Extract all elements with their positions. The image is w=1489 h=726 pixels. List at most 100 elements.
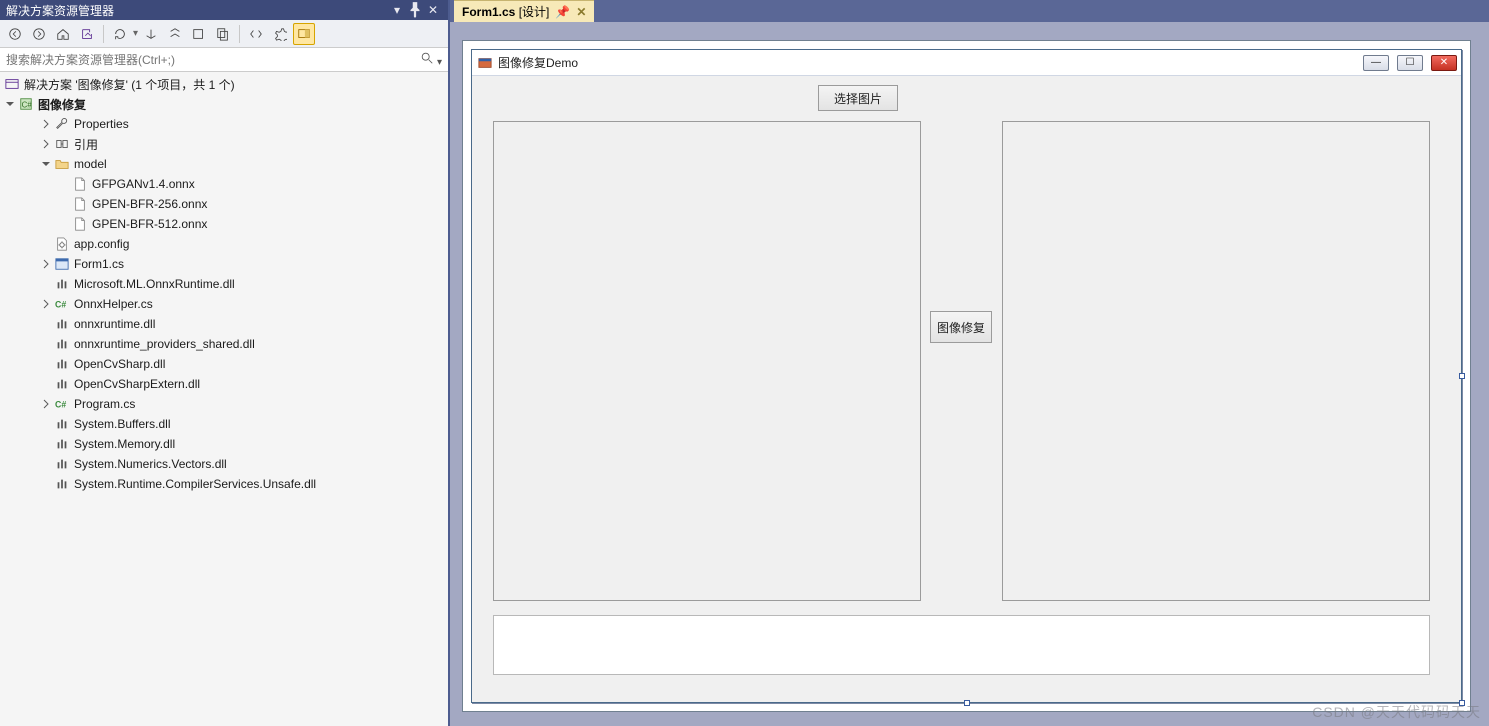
tab-pin-icon[interactable]: 📌 [555,5,570,19]
winform-window[interactable]: 图像修复Demo — ☐ ✕ 选择图片 图像修复 [471,49,1462,703]
tree-item[interactable]: System.Memory.dll [0,434,448,454]
show-all-files-button[interactable] [212,23,234,45]
winform-close-button[interactable]: ✕ [1431,55,1457,71]
expand-toggle[interactable] [40,258,52,270]
tree-item[interactable]: onnxruntime.dll [0,314,448,334]
tab-form1-design[interactable]: Form1.cs [设计] 📌 ✕ [454,0,594,22]
view-code-button[interactable] [245,23,267,45]
folder-icon [54,156,70,172]
back-button[interactable] [4,23,26,45]
winform-maximize-button[interactable]: ☐ [1397,55,1423,71]
tree-label: app.config [74,237,129,251]
tree-item[interactable]: System.Runtime.CompilerServices.Unsafe.d… [0,474,448,494]
tree-label: 解决方案 '图像修复' (1 个项目，共 1 个) [24,76,235,93]
resize-handle-se[interactable] [1459,700,1465,706]
tree-item[interactable]: 引用 [0,134,448,154]
tree-item[interactable]: C#Program.cs [0,394,448,414]
tree-item[interactable]: GPEN-BFR-256.onnx [0,194,448,214]
pin-icon[interactable] [406,1,424,19]
home-button[interactable] [52,23,74,45]
winform-minimize-button[interactable]: — [1363,55,1389,71]
right-image-panel[interactable] [1002,121,1430,601]
tree-label: OpenCvSharpExtern.dll [74,377,200,391]
panel-titlebar: 解决方案资源管理器 ▾ ✕ [0,0,448,20]
solution-explorer-panel: 解决方案资源管理器 ▾ ✕ ▾ [0,0,450,726]
tree-item[interactable]: Form1.cs [0,254,448,274]
tree-item[interactable]: GFPGANv1.4.onnx [0,174,448,194]
resize-handle-s[interactable] [964,700,970,706]
collapse-all-button[interactable] [164,23,186,45]
close-icon[interactable]: ✕ [424,1,442,19]
tree-item[interactable]: onnxruntime_providers_shared.dll [0,334,448,354]
winform-titlebar: 图像修复Demo — ☐ ✕ [472,50,1461,76]
tree-label: onnxruntime.dll [74,317,155,331]
tab-close-icon[interactable]: ✕ [576,5,586,19]
collapse-button[interactable] [140,23,162,45]
sync-active-doc-button[interactable] [76,23,98,45]
cs-icon: C# [54,296,70,312]
preview-button[interactable] [293,23,315,45]
tree-item[interactable]: model [0,154,448,174]
resize-handle-e[interactable] [1459,373,1465,379]
expand-toggle[interactable] [40,398,52,410]
tree-item[interactable]: System.Numerics.Vectors.dll [0,454,448,474]
tree-item[interactable]: OpenCvSharpExtern.dll [0,374,448,394]
dll-icon [54,356,70,372]
tab-filename: Form1.cs [462,5,515,19]
search-input[interactable] [6,53,420,67]
tree-solution-row[interactable]: 解决方案 '图像修复' (1 个项目，共 1 个) [0,74,448,94]
expand-toggle[interactable] [40,158,52,170]
tree-item[interactable]: System.Buffers.dll [0,414,448,434]
expand-toggle[interactable] [40,138,52,150]
output-textbox[interactable] [493,615,1430,675]
tree-project-row[interactable]: C#图像修复 [0,94,448,114]
search-solution-box[interactable]: ▾ [0,48,448,72]
tree-label: onnxruntime_providers_shared.dll [74,337,255,351]
left-image-panel[interactable] [493,121,921,601]
window-position-icon[interactable]: ▾ [388,1,406,19]
dll-icon [54,416,70,432]
design-surface[interactable]: 图像修复Demo — ☐ ✕ 选择图片 图像修复 [450,22,1489,726]
tree-item[interactable]: Properties [0,114,448,134]
file-icon [72,196,88,212]
project-icon: C# [18,96,34,112]
document-tabstrip: Form1.cs [设计] 📌 ✕ [450,0,1489,22]
expand-toggle[interactable] [40,118,52,130]
select-image-button[interactable]: 选择图片 [818,85,898,111]
tree-label: System.Memory.dll [74,437,175,451]
tree-label: GPEN-BFR-256.onnx [92,197,207,211]
tree-item[interactable]: OpenCvSharp.dll [0,354,448,374]
tree-label: OnnxHelper.cs [74,297,153,311]
dll-icon [54,456,70,472]
show-all-button[interactable] [188,23,210,45]
tree-label: model [74,157,107,171]
dll-icon [54,276,70,292]
solution-icon [4,76,20,92]
solution-tree[interactable]: 解决方案 '图像修复' (1 个项目，共 1 个)C#图像修复Propertie… [0,72,448,726]
winform-app-icon [478,56,492,70]
tree-item[interactable]: GPEN-BFR-512.onnx [0,214,448,234]
form-icon [54,256,70,272]
file-icon [72,176,88,192]
tree-label: System.Numerics.Vectors.dll [74,457,227,471]
tree-item[interactable]: C# OnnxHelper.cs [0,294,448,314]
repair-button[interactable]: 图像修复 [930,311,992,343]
properties-button[interactable] [269,23,291,45]
winform-client-area: 选择图片 图像修复 [473,77,1460,701]
forward-button[interactable] [28,23,50,45]
panel-toolbar: ▾ [0,20,448,48]
tree-item[interactable]: app.config [0,234,448,254]
tree-item[interactable]: Microsoft.ML.OnnxRuntime.dll [0,274,448,294]
wrench-icon [54,116,70,132]
expand-toggle[interactable] [4,98,16,110]
cs-icon: C# [54,396,70,412]
expand-toggle[interactable] [40,298,52,310]
svg-text:C#: C# [55,300,66,310]
dll-icon [54,376,70,392]
refresh-button[interactable] [109,23,131,45]
search-icon[interactable]: ▾ [420,51,442,68]
tab-mode: [设计] [519,5,550,19]
config-icon [54,236,70,252]
dll-icon [54,316,70,332]
designer-area: Form1.cs [设计] 📌 ✕ 图像修复Demo — ☐ ✕ [450,0,1489,726]
